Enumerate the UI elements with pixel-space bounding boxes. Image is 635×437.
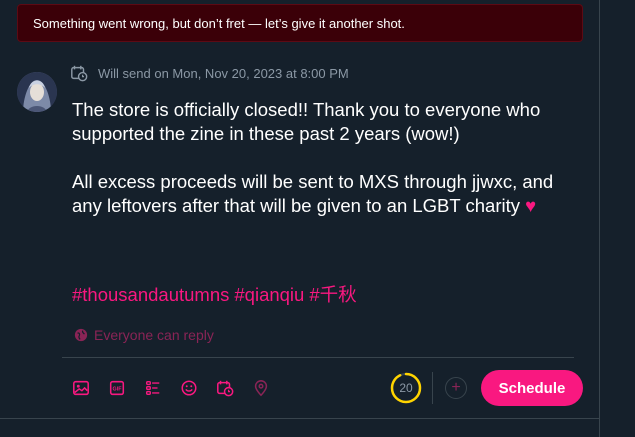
emoji-button[interactable] xyxy=(171,372,207,404)
composer-toolbar: GIF xyxy=(63,372,279,404)
hashtag[interactable]: #qianqiu xyxy=(234,284,304,305)
emoji-icon xyxy=(181,380,197,396)
location-icon xyxy=(254,380,268,397)
schedule-info[interactable]: Will send on Mon, Nov 20, 2023 at 8:00 P… xyxy=(70,64,349,82)
poll-button[interactable] xyxy=(135,372,171,404)
divider xyxy=(62,357,574,358)
hashtag-list: #thousandautumns #qianqiu #千秋 xyxy=(72,283,362,307)
error-message: Something went wrong, but don’t fret — l… xyxy=(33,15,405,31)
tweet-paragraph: The store is officially closed!! Thank y… xyxy=(72,99,541,144)
gif-button[interactable]: GIF xyxy=(99,372,135,404)
schedule-text: Will send on Mon, Nov 20, 2023 at 8:00 P… xyxy=(98,65,349,81)
hashtag[interactable]: #thousandautumns xyxy=(72,284,229,305)
character-count: 20 xyxy=(399,381,413,395)
calendar-clock-icon xyxy=(71,65,88,82)
avatar[interactable] xyxy=(17,72,57,112)
media-button[interactable] xyxy=(63,372,99,404)
error-banner: Something went wrong, but don’t fret — l… xyxy=(17,4,583,42)
heart-emoji: ♥ xyxy=(525,195,537,216)
reply-setting-button[interactable]: Everyone can reply xyxy=(74,326,214,344)
add-post-button[interactable]: + xyxy=(445,377,467,399)
tweet-paragraph-text: All excess proceeds will be sent to MXS … xyxy=(72,171,554,216)
tweet-textarea[interactable]: The store is officially closed!! Thank y… xyxy=(72,98,582,242)
image-icon xyxy=(73,380,89,396)
divider xyxy=(0,418,599,419)
globe-icon xyxy=(74,328,88,342)
toolbar-separator xyxy=(432,372,433,404)
schedule-button-icon[interactable] xyxy=(207,372,243,404)
poll-icon xyxy=(146,381,160,395)
gif-icon: GIF xyxy=(109,380,125,396)
character-counter: 20 xyxy=(390,372,422,404)
svg-text:GIF: GIF xyxy=(113,387,123,393)
schedule-icon xyxy=(217,380,234,397)
avatar-image xyxy=(17,72,57,112)
schedule-button[interactable]: Schedule xyxy=(481,370,583,406)
location-button[interactable] xyxy=(243,372,279,404)
hashtag[interactable]: #千秋 xyxy=(309,284,356,305)
tweet-paragraph: All excess proceeds will be sent to MXS … xyxy=(72,170,582,218)
reply-setting-label: Everyone can reply xyxy=(94,327,214,343)
